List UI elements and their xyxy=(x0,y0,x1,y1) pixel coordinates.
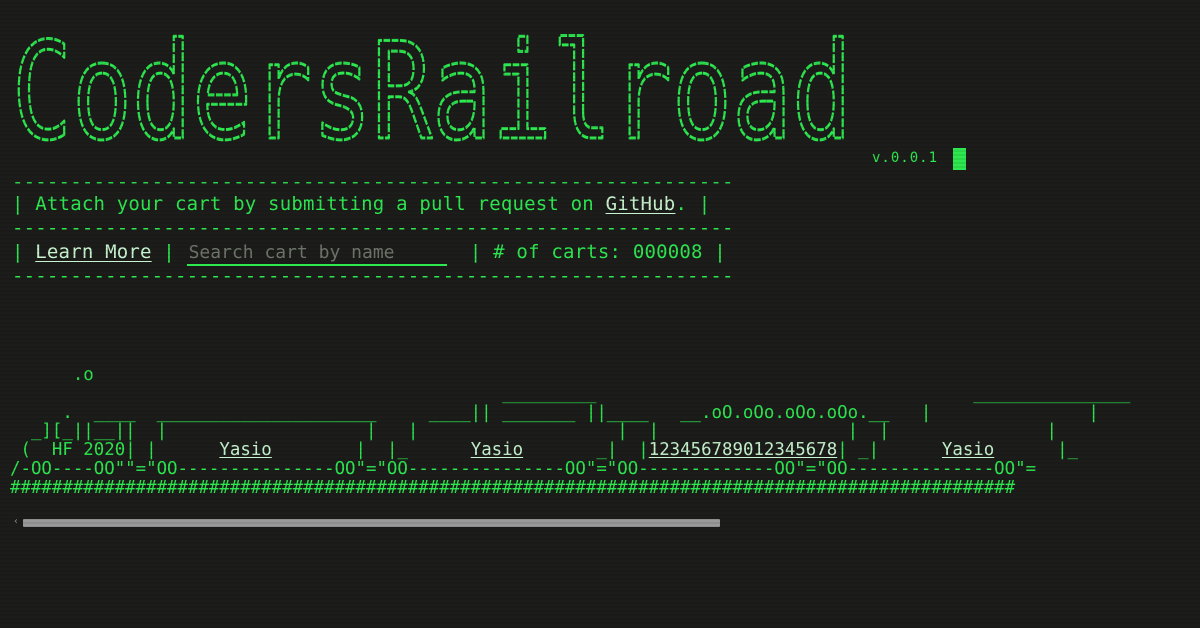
attach-instructions: | Attach your cart by submitting a pull … xyxy=(12,192,710,216)
blinking-cursor xyxy=(953,148,966,170)
info-box-top-border: ----------------------------------------… xyxy=(12,171,734,193)
row-pipe: | xyxy=(702,241,726,263)
info-box-middle-border: ----------------------------------------… xyxy=(12,217,734,239)
info-box-bottom-border: ----------------------------------------… xyxy=(12,265,734,287)
attach-suffix: . | xyxy=(675,193,711,215)
scroll-left-arrow-icon[interactable]: ‹ xyxy=(13,516,19,527)
cart-name-4[interactable]: Yasio xyxy=(942,440,994,460)
cart-count-label: # of carts: xyxy=(493,241,622,263)
cart-count-value: 000008 xyxy=(632,241,703,263)
cart-name-2[interactable]: Yasio xyxy=(471,440,523,460)
svg-text:CodersRailroad: CodersRailroad xyxy=(12,22,852,152)
cart-name-3[interactable]: 123456789012345678 xyxy=(649,440,837,460)
engine-label: HF 2020 xyxy=(51,440,126,461)
learn-more-link[interactable]: Learn More xyxy=(35,241,151,263)
site-logo[interactable]: CodersRailroad v.0.0.1 xyxy=(12,22,972,170)
coders-railroad-logo: CodersRailroad xyxy=(12,22,853,152)
version-label: v.0.0.1 xyxy=(872,150,939,166)
horizontal-scrollbar-thumb[interactable] xyxy=(23,519,720,527)
controls-row: | Learn More | | # of carts: 000008 | xyxy=(12,240,726,266)
row-pipe: | xyxy=(12,241,36,263)
cart-name-1[interactable]: Yasio xyxy=(219,440,271,460)
railroad-track: ########################################… xyxy=(10,477,1016,498)
train-scroll-area[interactable]: .o _________ _______________ . ____ ____… xyxy=(10,366,1200,506)
search-cart-input[interactable] xyxy=(186,240,447,266)
github-link[interactable]: GitHub xyxy=(606,193,676,215)
row-pipe: | xyxy=(446,241,494,263)
row-pipe: | xyxy=(151,241,187,263)
train-ascii: .o _________ _______________ . ____ ____… xyxy=(10,366,1131,498)
attach-prefix: | Attach your cart by submitting a pull … xyxy=(12,193,606,215)
engine-smoke: .o xyxy=(72,366,94,385)
